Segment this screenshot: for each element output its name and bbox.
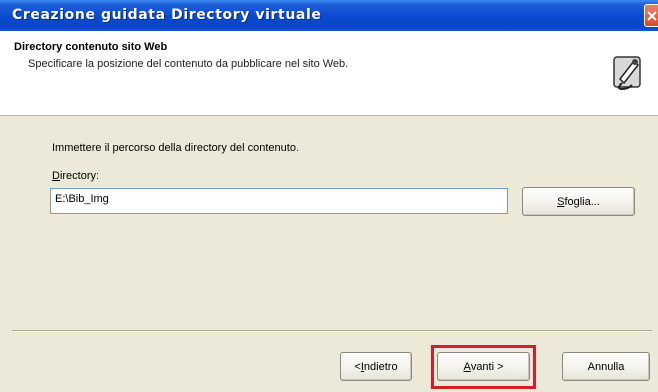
instruction-text: Immettere il percorso della directory de…: [52, 142, 300, 154]
directory-input-value: E:\Bib_Img: [55, 193, 109, 205]
footer-separator: [12, 330, 652, 332]
cancel-button[interactable]: Annulla: [562, 352, 650, 381]
header-title: Directory contenuto sito Web: [14, 41, 168, 53]
back-button[interactable]: < Indietro: [340, 352, 412, 381]
back-label: ndietro: [363, 360, 398, 373]
directory-label-rest: irectory:: [59, 170, 100, 182]
directory-label-accesskey: D: [52, 170, 60, 182]
next-accesskey: A: [463, 360, 471, 373]
next-label: vanti >: [470, 360, 504, 373]
window-title: Creazione guidata Directory virtuale: [12, 7, 322, 23]
wizard-icon: [608, 49, 648, 93]
close-button[interactable]: [644, 4, 658, 27]
browse-label: foglia...: [564, 195, 600, 208]
directory-label: Directory:: [52, 170, 99, 182]
wizard-window: Creazione guidata Directory virtuale Dir…: [0, 0, 658, 392]
directory-input[interactable]: E:\Bib_Img: [50, 188, 508, 214]
next-button[interactable]: Avanti >: [437, 352, 530, 381]
header-subtitle: Specificare la posizione del contenuto d…: [28, 58, 349, 70]
title-bar[interactable]: Creazione guidata Directory virtuale: [0, 0, 658, 31]
cancel-label: Annulla: [587, 360, 625, 373]
wizard-header: Directory contenuto sito Web Specificare…: [0, 31, 658, 116]
browse-accesskey: S: [557, 195, 565, 208]
close-icon: [647, 11, 657, 21]
browse-button[interactable]: Sfoglia...: [522, 187, 635, 216]
